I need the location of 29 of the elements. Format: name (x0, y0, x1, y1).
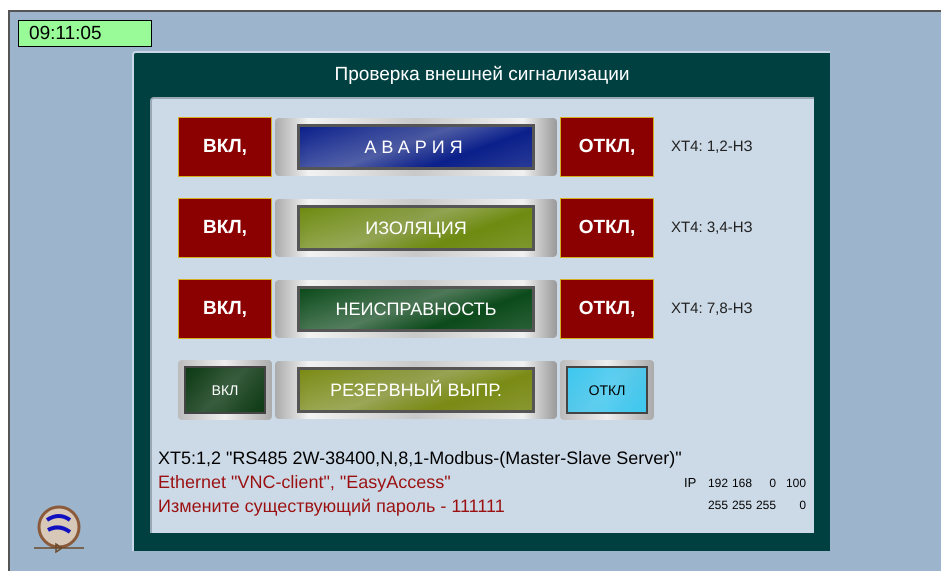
indicator-lamp: НЕИСПРАВНОСТЬ (297, 286, 535, 332)
ip-octet: 168 (730, 475, 752, 492)
mask-octet: 255 (730, 497, 752, 514)
ip-label: IP (684, 474, 698, 492)
off-button[interactable]: ОТКЛ, (560, 117, 654, 177)
mask-octet: 255 (754, 497, 776, 514)
info-line: Ethernet "VNC-client", "EasyAccess" (158, 471, 452, 494)
terminal-label: XT4: 7,8-НЗ (671, 298, 753, 319)
off-button[interactable]: ОТКЛ, (560, 198, 654, 258)
mask-octet: 255 (706, 497, 728, 514)
info-line: XT5:1,2 "RS485 2W-38400,N,8,1-Modbus-(Master-Slave Server)" (158, 447, 682, 470)
off-button[interactable]: ОТКЛ, (560, 279, 654, 339)
ip-octet: 100 (784, 475, 806, 492)
on-button[interactable]: ВКЛ, (178, 198, 272, 258)
indicator-lamp: РЕЗЕРВНЫЙ ВЫПР. (297, 367, 535, 413)
terminal-label: XT4: 3,4-НЗ (671, 218, 753, 238)
on-button[interactable]: ВКЛ (184, 366, 266, 414)
off-button[interactable]: ОТКЛ (566, 366, 648, 414)
terminal-label: XT4: 1,2-НЗ (671, 136, 753, 157)
indicator-lamp: ИЗОЛЯЦИЯ (297, 205, 535, 251)
on-button[interactable]: ВКЛ, (178, 279, 272, 339)
indicator-lamp: АВАРИЯ (297, 124, 535, 170)
on-button[interactable]: ВКЛ, (178, 117, 272, 177)
ip-octet: 0 (768, 475, 776, 492)
clock-display: 09:11:05 (18, 20, 152, 47)
info-line: Измените существующий пароль - 111111 (158, 495, 506, 518)
mask-octet: 0 (798, 497, 806, 514)
ip-octet: 192 (706, 475, 728, 492)
panel-title: Проверка внешней сигнализации (334, 63, 630, 87)
